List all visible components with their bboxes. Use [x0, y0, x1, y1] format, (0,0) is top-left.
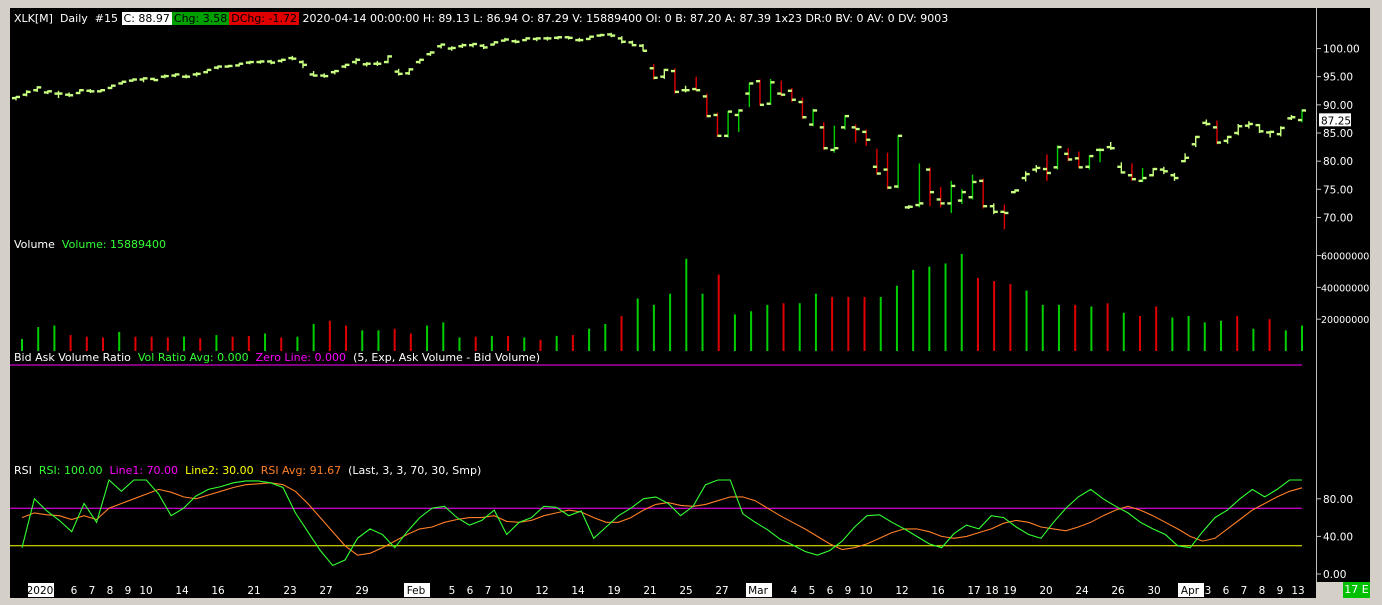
x-tick-label: 6: [467, 585, 474, 597]
x-tick-label: 12: [895, 585, 908, 597]
ratio-zero-label: Zero Line: 0.000: [255, 351, 347, 364]
ratio-avg-label: Vol Ratio Avg: 0.000: [137, 351, 249, 364]
price-tick-label: 100.00: [1323, 44, 1360, 56]
chart-number-label: #15: [94, 12, 119, 25]
volume-tick-label: 20000000: [1321, 315, 1369, 326]
price-tick-label: 85.00: [1323, 128, 1353, 140]
vertical-scrollbar[interactable]: [1370, 8, 1382, 598]
ratio-params: (5, Exp, Ask Volume - Bid Volume): [353, 351, 541, 364]
x-tick-label: 20: [1039, 585, 1052, 597]
rsi-avg-line: [21, 482, 1303, 556]
x-tick-label: 4: [791, 585, 798, 597]
symbol-label: XLK[M]: [14, 12, 53, 25]
volume-value: Volume: 15889400: [61, 238, 167, 251]
x-tick-label: 14: [571, 585, 585, 597]
x-tick-label: Feb: [407, 585, 426, 597]
rsi-tick-label: 0.00: [1323, 569, 1346, 581]
price-tick-label: 80.00: [1323, 156, 1353, 168]
x-tick-label: 26: [1111, 585, 1125, 597]
x-tick-label: 23: [283, 585, 296, 597]
last-price-tag: 87.25: [1321, 115, 1351, 127]
volume-label: Volume: [14, 238, 55, 251]
x-tick-label: 24: [1075, 585, 1089, 597]
x-tick-label: 9: [845, 585, 852, 597]
x-tick-label: 27: [319, 585, 332, 597]
price-tick-label: 90.00: [1323, 100, 1353, 112]
rsi-header: RSI RSI: 100.00 Line1: 70.00 Line2: 30.0…: [14, 464, 481, 477]
price-axis[interactable]: 100.00 95.00 90.00 85.00 80.00 75.00 70.00 87.2…: [1316, 8, 1371, 582]
time-axis[interactable]: 2020 6 7 8 9 10 14 16 21 23 27 29 Feb 5 6 7 10 12 14 19 21 25…: [10, 582, 1316, 598]
rsi-label: RSI: [14, 464, 32, 477]
x-axis-canvas[interactable]: 2020 6 7 8 9 10 14 16 21 23 27 29 Feb 5 6 7 10 12 14 19 21 25…: [10, 582, 1316, 598]
x-tick-label: 16: [211, 585, 225, 597]
x-tick-label: 18: [985, 585, 998, 597]
close-badge: C: 88.97: [121, 12, 172, 25]
x-tick-label: 21: [643, 585, 656, 597]
x-tick-label: 6: [1223, 585, 1230, 597]
rsi-value: RSI: 100.00: [38, 464, 103, 477]
x-tick-label: 9: [125, 585, 132, 597]
dchg-badge: DChg: -1.72: [229, 12, 300, 25]
period-label: Daily: [59, 12, 88, 25]
price-tick-label: 70.00: [1323, 212, 1353, 224]
price-tick-label: 75.00: [1323, 184, 1353, 196]
x-tick-label: 7: [89, 585, 96, 597]
rsi-line1-label: Line1: 70.00: [109, 464, 179, 477]
x-tick-label: 5: [809, 585, 816, 597]
x-tick-label: 19: [607, 585, 620, 597]
volume-header: Volume Volume: 15889400: [14, 238, 166, 251]
rsi-line2-label: Line2: 30.00: [185, 464, 254, 477]
rsi-tick-label: 40.00: [1323, 531, 1353, 543]
bar-info-text: 2020-04-14 00:00:00 H: 89.13 L: 86.94 O:…: [302, 12, 949, 25]
x-tick-label: 19: [1003, 585, 1016, 597]
x-tick-label: 10: [859, 585, 872, 597]
x-tick-label: 25: [679, 585, 692, 597]
rsi-avg-label: RSI Avg: 91.67: [260, 464, 342, 477]
x-tick-label: 14: [175, 585, 189, 597]
x-tick-label: 5: [449, 585, 456, 597]
ratio-label: Bid Ask Volume Ratio: [14, 351, 131, 364]
x-tick-label: Mar: [748, 585, 768, 597]
rsi-params: (Last, 3, 3, 70, 30, Smp): [348, 464, 482, 477]
x-tick-label: 3: [1205, 585, 1212, 597]
x-tick-label: Apr: [1181, 585, 1200, 597]
volume-tick-label: 40000000: [1321, 283, 1369, 294]
volume-tick-label: 60000000: [1321, 252, 1369, 263]
x-tick-label: 21: [247, 585, 260, 597]
rsi-tick-label: 80.00: [1323, 494, 1353, 506]
x-tick-label: 2020: [27, 585, 54, 597]
chg-badge: Chg: 3.58: [171, 12, 230, 25]
x-tick-label: 13: [1291, 585, 1304, 597]
price-header: XLK[M] Daily #15 C: 88.97 Chg: 3.58 DChg: …: [14, 12, 948, 25]
x-tick-label: 6: [827, 585, 834, 597]
price-tick-label: 95.00: [1323, 72, 1353, 84]
x-tick-label: 10: [139, 585, 152, 597]
x-tick-label: 17: [967, 585, 980, 597]
x-tick-label: 8: [107, 585, 114, 597]
x-tick-label: 29: [355, 585, 368, 597]
x-tick-label: 9: [1277, 585, 1284, 597]
x-tick-label: 10: [499, 585, 512, 597]
x-tick-label: 7: [1241, 585, 1248, 597]
x-tick-label: 30: [1147, 585, 1160, 597]
ratio-header: Bid Ask Volume Ratio Vol Ratio Avg: 0.00…: [14, 351, 540, 364]
chart-canvas[interactable]: [10, 8, 1316, 582]
x-tick-label: 12: [535, 585, 548, 597]
x-tick-label: 8: [1259, 585, 1266, 597]
x-tick-label: 16: [931, 585, 945, 597]
x-tick-label: 6: [71, 585, 78, 597]
x-tick-label: 27: [715, 585, 728, 597]
chart-plot-area[interactable]: [10, 8, 1316, 582]
exchange-tag: 17 E: [1343, 582, 1370, 598]
y-axis-canvas[interactable]: 100.00 95.00 90.00 85.00 80.00 75.00 70.00 87.2…: [1317, 8, 1371, 582]
x-tick-label: 7: [485, 585, 492, 597]
